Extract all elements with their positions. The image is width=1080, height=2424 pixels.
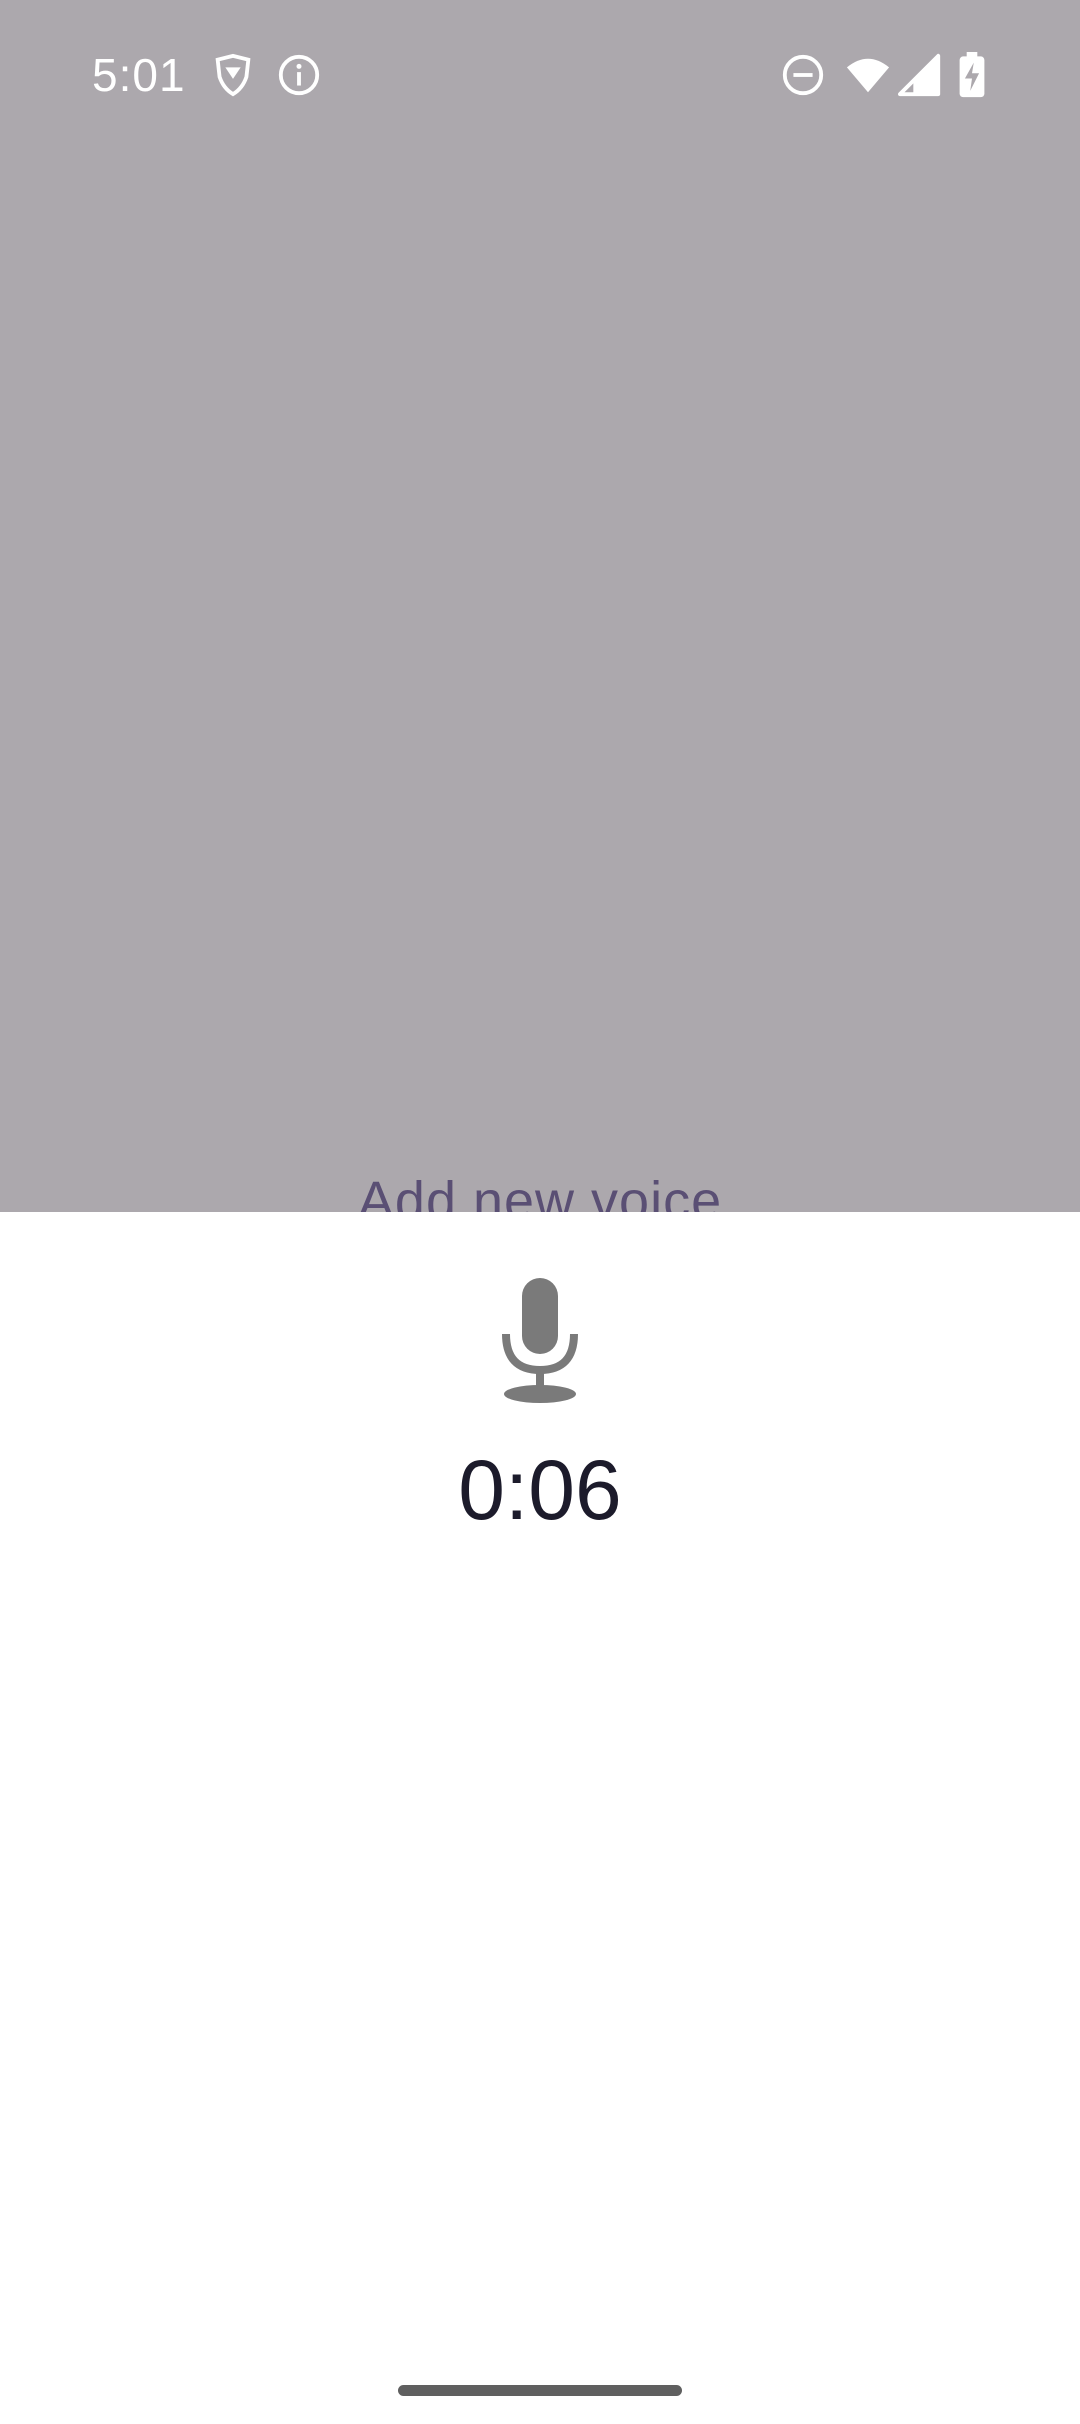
cell-signal-icon <box>898 52 944 98</box>
add-new-voice-button-partial: Add new voice <box>357 1171 723 1212</box>
recording-bottom-sheet: 0:06 <box>0 1212 1080 2424</box>
info-icon <box>276 52 322 98</box>
do-not-disturb-icon <box>780 52 826 98</box>
brave-shield-icon <box>210 52 256 98</box>
status-bar: 5:01 <box>0 0 1080 150</box>
screen: 5:01 Add new voice 0:06 <box>0 0 1080 2424</box>
wifi-icon <box>842 52 894 98</box>
status-time: 5:01 <box>92 49 186 101</box>
microphone-icon <box>494 1278 586 1404</box>
battery-charging-icon <box>952 52 992 98</box>
recording-timer: 0:06 <box>458 1443 622 1537</box>
dimmed-background[interactable]: 5:01 Add new voice <box>0 0 1080 1212</box>
gesture-navigation-handle[interactable] <box>398 2385 682 2396</box>
